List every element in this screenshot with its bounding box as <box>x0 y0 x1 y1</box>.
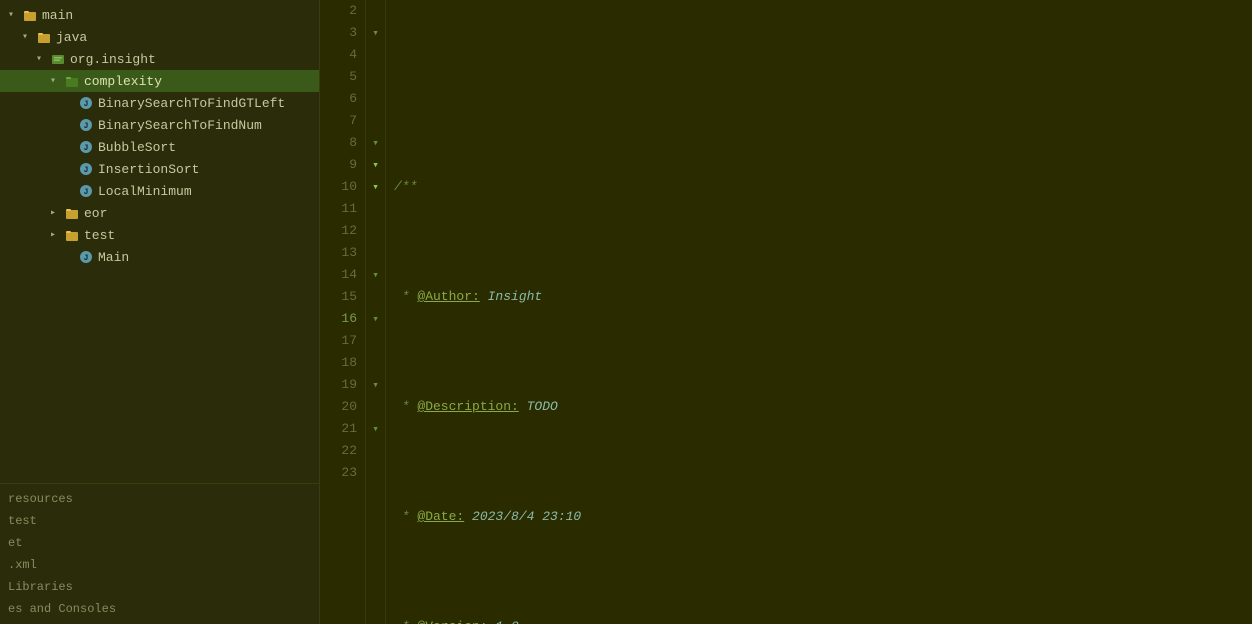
svg-text:J: J <box>84 166 89 175</box>
sidebar-item-main[interactable]: ▾ main <box>0 4 319 26</box>
code-line-2 <box>394 66 1244 88</box>
sidebar-resources[interactable]: resources <box>8 488 311 510</box>
gutter: ▾ ▾ ▾ ▾ ▾ ▾ ▾ ▾ <box>366 0 386 624</box>
code-line-4: * @Author: Insight <box>394 286 1244 308</box>
sidebar-item-label: eor <box>84 206 107 221</box>
sidebar-item-label: complexity <box>84 74 162 89</box>
sidebar-item-binary-search-gtleft[interactable]: ▸ J BinarySearchToFindGTLeft <box>0 92 319 114</box>
sidebar-item-insertion-sort[interactable]: ▸ J InsertionSort <box>0 158 319 180</box>
folder-icon <box>22 7 38 23</box>
sidebar-item-java[interactable]: ▾ java <box>0 26 319 48</box>
java-file-icon: J <box>78 161 94 177</box>
sidebar-item-label: BubbleSort <box>98 140 176 155</box>
sidebar-item-label: LocalMinimum <box>98 184 192 199</box>
sidebar-item-label: test <box>84 228 115 243</box>
code-content[interactable]: /** * @Author: Insight * @Description: T… <box>386 0 1252 624</box>
expand-arrow: ▾ <box>22 31 36 43</box>
sidebar-item-org-insight[interactable]: ▾ org.insight <box>0 48 319 70</box>
java-file-icon: J <box>78 183 94 199</box>
line-numbers: 2 3 4 5 6 7 8 9 10 11 12 13 14 15 16 17 … <box>320 0 366 624</box>
libraries-label: Libraries <box>8 580 73 594</box>
java-file-icon: J <box>78 249 94 265</box>
java-file-icon: J <box>78 139 94 155</box>
java-file-icon: J <box>78 117 94 133</box>
expand-arrow: ▾ <box>8 9 22 21</box>
file-tree: ▾ main ▾ java ▾ org.insight ▾ <box>0 0 319 483</box>
et-label: et <box>8 536 22 550</box>
sidebar-item-complexity[interactable]: ▾ complexity <box>0 70 319 92</box>
sidebar-item-label: BinarySearchToFindGTLeft <box>98 96 285 111</box>
fold-14[interactable]: ▾ <box>366 264 385 286</box>
fold-16[interactable]: ▾ <box>366 308 385 330</box>
sidebar-test-bottom[interactable]: test <box>8 510 311 532</box>
svg-text:J: J <box>84 144 89 153</box>
test-label: test <box>8 514 37 528</box>
sidebar-item-label: org.insight <box>70 52 156 67</box>
fold-19[interactable]: ▾ <box>366 374 385 396</box>
fold-3[interactable]: ▾ <box>366 22 385 44</box>
fold-9[interactable]: ▾ <box>366 154 385 176</box>
svg-text:J: J <box>84 100 89 109</box>
sidebar-et[interactable]: et <box>8 532 311 554</box>
package-icon <box>50 51 66 67</box>
expand-arrow: ▸ <box>50 207 64 219</box>
resources-label: resources <box>8 492 73 506</box>
expand-arrow: ▸ <box>50 229 64 241</box>
sidebar-item-label: main <box>42 8 73 23</box>
xml-label: .xml <box>8 558 37 572</box>
code-area[interactable]: 2 3 4 5 6 7 8 9 10 11 12 13 14 15 16 17 … <box>320 0 1252 624</box>
sidebar-item-binary-search-num[interactable]: ▸ J BinarySearchToFindNum <box>0 114 319 136</box>
sidebar-item-local-minimum[interactable]: ▸ J LocalMinimum <box>0 180 319 202</box>
code-line-7: * @Version: 1.0 <box>394 616 1244 624</box>
svg-text:J: J <box>84 122 89 131</box>
java-file-icon: J <box>78 95 94 111</box>
folder-icon <box>64 227 80 243</box>
folder-icon <box>64 73 80 89</box>
sidebar-item-bubble-sort[interactable]: ▸ J BubbleSort <box>0 136 319 158</box>
fold-8[interactable]: ▾ <box>366 132 385 154</box>
editor: 2 3 4 5 6 7 8 9 10 11 12 13 14 15 16 17 … <box>320 0 1252 624</box>
expand-arrow: ▾ <box>50 75 64 87</box>
fold-21[interactable]: ▾ <box>366 418 385 440</box>
folder-icon <box>64 205 80 221</box>
code-line-3: /** <box>394 176 1244 198</box>
code-line-5: * @Description: TODO <box>394 396 1244 418</box>
sidebar-consoles[interactable]: es and Consoles <box>8 598 311 620</box>
sidebar-item-test[interactable]: ▸ test <box>0 224 319 246</box>
svg-text:J: J <box>84 254 89 263</box>
folder-icon <box>36 29 52 45</box>
sidebar: ▾ main ▾ java ▾ org.insight ▾ <box>0 0 320 624</box>
sidebar-item-label: BinarySearchToFindNum <box>98 118 262 133</box>
consoles-label: es and Consoles <box>8 602 116 616</box>
sidebar-item-label: InsertionSort <box>98 162 199 177</box>
fold-10[interactable]: ▾ <box>366 176 385 198</box>
sidebar-xml[interactable]: .xml <box>8 554 311 576</box>
expand-arrow: ▾ <box>36 53 50 65</box>
sidebar-bottom: resources test et .xml Libraries es and … <box>0 483 319 624</box>
sidebar-item-main-java[interactable]: ▸ J Main <box>0 246 319 268</box>
sidebar-item-label: Main <box>98 250 129 265</box>
code-line-6: * @Date: 2023/8/4 23:10 <box>394 506 1244 528</box>
sidebar-libraries[interactable]: Libraries <box>8 576 311 598</box>
svg-text:J: J <box>84 188 89 197</box>
sidebar-item-eor[interactable]: ▸ eor <box>0 202 319 224</box>
sidebar-item-label: java <box>56 30 87 45</box>
